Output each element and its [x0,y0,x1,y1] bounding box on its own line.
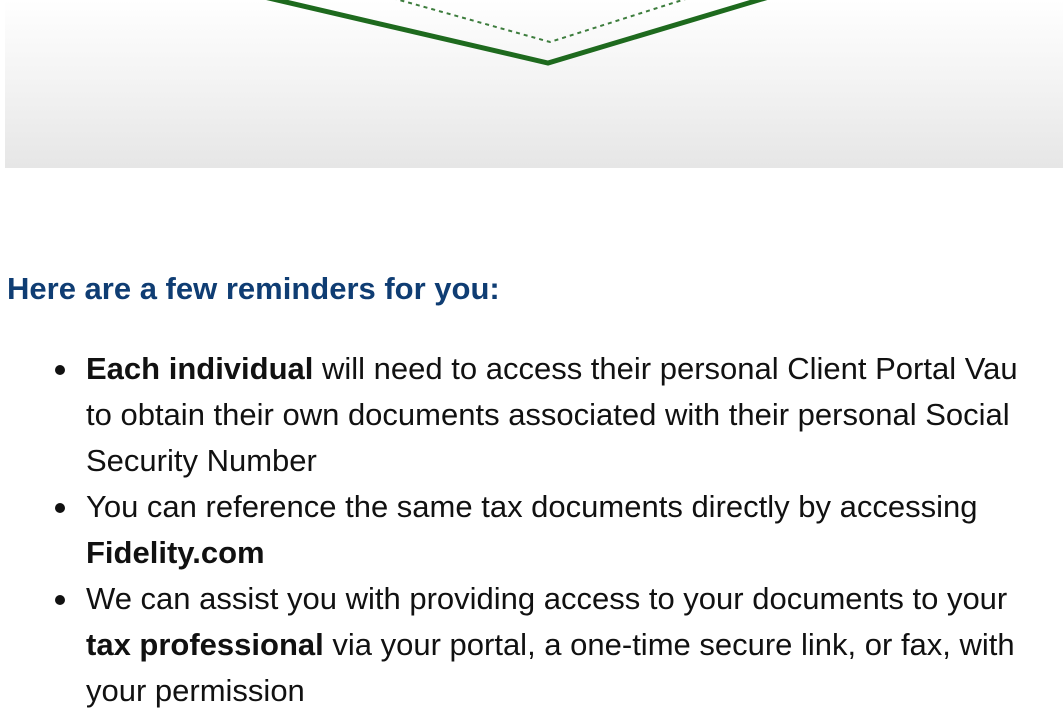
bullet-icon [55,503,65,513]
reminder-text: to obtain their own documents associated… [86,397,1010,432]
reminders-list: Each individual will need to access thei… [44,346,1063,708]
reminders-heading: Here are a few reminders for you: [7,271,500,306]
email-page: Here are a few reminders for you: Each i… [0,0,1063,708]
reminder-item: We can assist you with providing access … [44,576,1063,708]
reminder-line: You can reference the same tax documents… [86,484,1063,530]
reminder-line: Fidelity.com [86,530,1063,576]
reminder-line: We can assist you with providing access … [86,576,1063,622]
reminder-text: Security Number [86,443,317,478]
bullet-icon [55,365,65,375]
reminder-text: via your portal, a one-time secure link,… [323,627,1015,662]
reminder-item: Each individual will need to access thei… [44,346,1063,484]
reminder-text: will need to access their personal Clien… [313,351,1018,386]
reminder-line: Each individual will need to access thei… [86,346,1063,392]
header-banner-image [5,0,1063,168]
banner-chevron-solid-line [266,0,768,66]
reminder-line: to obtain their own documents associated… [86,392,1063,438]
bullet-icon [55,595,65,605]
reminder-line: tax professional via your portal, a one-… [86,622,1063,668]
reminder-text: your permission [86,673,305,708]
reminder-emphasis: Each individual [86,351,314,386]
reminder-text: We can assist you with providing access … [86,581,1008,616]
banner-chevron-graphic [266,0,768,66]
reminder-item: You can reference the same tax documents… [44,484,1063,576]
fidelity-link-text: Fidelity.com [86,535,265,570]
reminder-line: Security Number [86,438,1063,484]
reminder-text: You can reference the same tax documents… [86,489,978,524]
reminder-emphasis: tax professional [86,627,324,662]
reminder-line: your permission [86,668,1063,708]
